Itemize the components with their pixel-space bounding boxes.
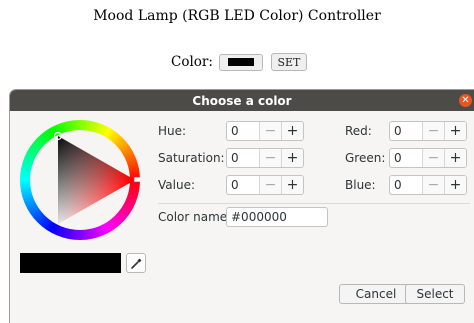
dialog-title: Choose a color	[192, 93, 292, 108]
color-chooser-dialog: Choose a color ✕ Hue: 0 − + Saturation: …	[9, 89, 474, 323]
cancel-button[interactable]: Cancel	[339, 284, 413, 304]
saturation-label: Saturation:	[158, 151, 225, 165]
blue-spinner[interactable]: 0 − +	[389, 175, 467, 195]
color-wheel[interactable]	[20, 120, 140, 240]
hue-spinner[interactable]: 0 − +	[226, 121, 304, 141]
blue-minus-button[interactable]: −	[422, 176, 444, 194]
color-label: Color:	[171, 54, 213, 70]
dialog-titlebar[interactable]: Choose a color ✕	[10, 90, 474, 111]
close-icon[interactable]: ✕	[459, 94, 472, 107]
saturation-spinner[interactable]: 0 − +	[226, 148, 304, 168]
color-swatch	[227, 58, 254, 66]
saturation-value-triangle[interactable]	[20, 120, 140, 240]
saturation-minus-button[interactable]: −	[259, 149, 281, 167]
red-value[interactable]: 0	[390, 122, 422, 140]
separator	[158, 203, 470, 204]
page-title: Mood Lamp (RGB LED Color) Controller	[93, 8, 381, 24]
hue-label: Hue:	[158, 124, 187, 138]
red-plus-button[interactable]: +	[444, 122, 466, 140]
value-value[interactable]: 0	[227, 176, 259, 194]
green-plus-button[interactable]: +	[444, 149, 466, 167]
blue-label: Blue:	[345, 178, 376, 192]
eyedropper-button[interactable]	[126, 253, 146, 273]
saturation-plus-button[interactable]: +	[281, 149, 303, 167]
blue-plus-button[interactable]: +	[444, 176, 466, 194]
green-spinner[interactable]: 0 − +	[389, 148, 467, 168]
red-spinner[interactable]: 0 − +	[389, 121, 467, 141]
color-preview	[20, 253, 121, 273]
hue-value[interactable]: 0	[227, 122, 259, 140]
value-label: Value:	[158, 178, 195, 192]
green-value[interactable]: 0	[390, 149, 422, 167]
green-label: Green:	[345, 151, 386, 165]
saturation-value[interactable]: 0	[227, 149, 259, 167]
eyedropper-icon	[130, 258, 141, 269]
blue-value[interactable]: 0	[390, 176, 422, 194]
green-minus-button[interactable]: −	[422, 149, 444, 167]
set-button[interactable]: SET	[270, 53, 307, 71]
red-label: Red:	[345, 124, 372, 138]
hue-cursor[interactable]	[133, 176, 140, 183]
hue-plus-button[interactable]: +	[281, 122, 303, 140]
select-button[interactable]: Select	[405, 284, 465, 304]
hue-minus-button[interactable]: −	[259, 122, 281, 140]
color-name-input[interactable]: #000000	[226, 207, 328, 227]
color-button[interactable]	[218, 53, 263, 71]
color-row: Color: SET	[171, 53, 307, 71]
value-spinner[interactable]: 0 − +	[226, 175, 304, 195]
value-plus-button[interactable]: +	[281, 176, 303, 194]
value-minus-button[interactable]: −	[259, 176, 281, 194]
red-minus-button[interactable]: −	[422, 122, 444, 140]
color-name-label: Color name:	[158, 210, 232, 224]
